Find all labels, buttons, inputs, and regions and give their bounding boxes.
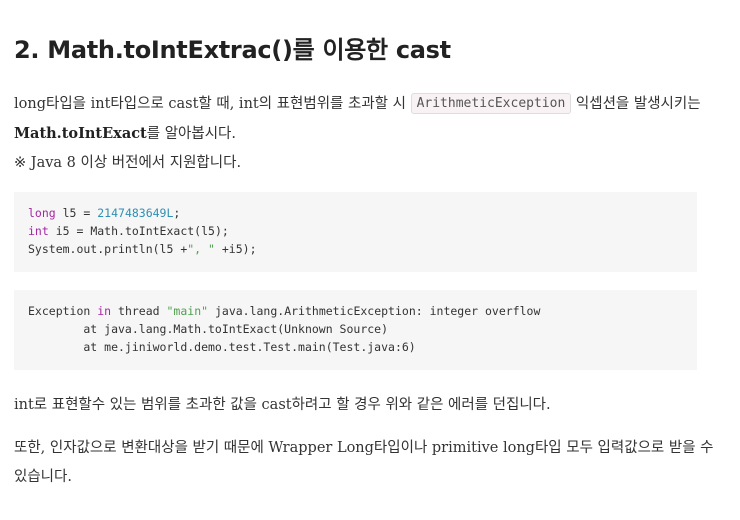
code-line-3: System.out.println(l5 +", " +i5); <box>28 242 257 256</box>
param-paragraph: 또한, 인자값으로 변환대상을 받기 때문에 Wrapper Long타입이나 … <box>14 440 714 485</box>
intro-text-3: 를 알아봅시다. <box>146 126 237 142</box>
method-name: Math.toIntExact <box>14 125 147 142</box>
intro-text-2: 익셉션을 발생시키는 <box>571 96 701 112</box>
code-block-output[interactable]: Exception in thread "main" java.lang.Ari… <box>14 290 697 370</box>
section-heading: 2. Math.toIntExtrac()를 이용한 cast <box>14 36 451 64</box>
inline-code-exception: ArithmeticException <box>410 93 572 114</box>
intro-paragraph: long타입을 int타입으로 cast할 때, int의 표현범위를 초과할 … <box>14 90 714 178</box>
code-block-source[interactable]: long l5 = 2147483649L; int i5 = Math.toIn… <box>14 192 697 272</box>
output-line-3: at me.jiniworld.demo.test.Test.main(Test… <box>28 340 416 354</box>
intro-text-1: long타입을 int타입으로 cast할 때, int의 표현범위를 초과할 … <box>14 96 411 112</box>
output-line-1: Exception in thread "main" java.lang.Ari… <box>28 304 541 318</box>
code-line-1: long l5 = 2147483649L; <box>28 206 181 220</box>
article-section: 2. Math.toIntExtrac()를 이용한 cast long타입을 … <box>0 0 740 520</box>
version-note: ※ Java 8 이상 버전에서 지원합니다. <box>14 155 242 171</box>
output-line-2: at java.lang.Math.toIntExact(Unknown Sou… <box>28 322 389 336</box>
code-line-2: int i5 = Math.toIntExact(l5); <box>28 224 229 238</box>
error-paragraph: int로 표현할수 있는 범위를 초과한 값을 cast하려고 할 경우 위와 … <box>14 397 551 413</box>
